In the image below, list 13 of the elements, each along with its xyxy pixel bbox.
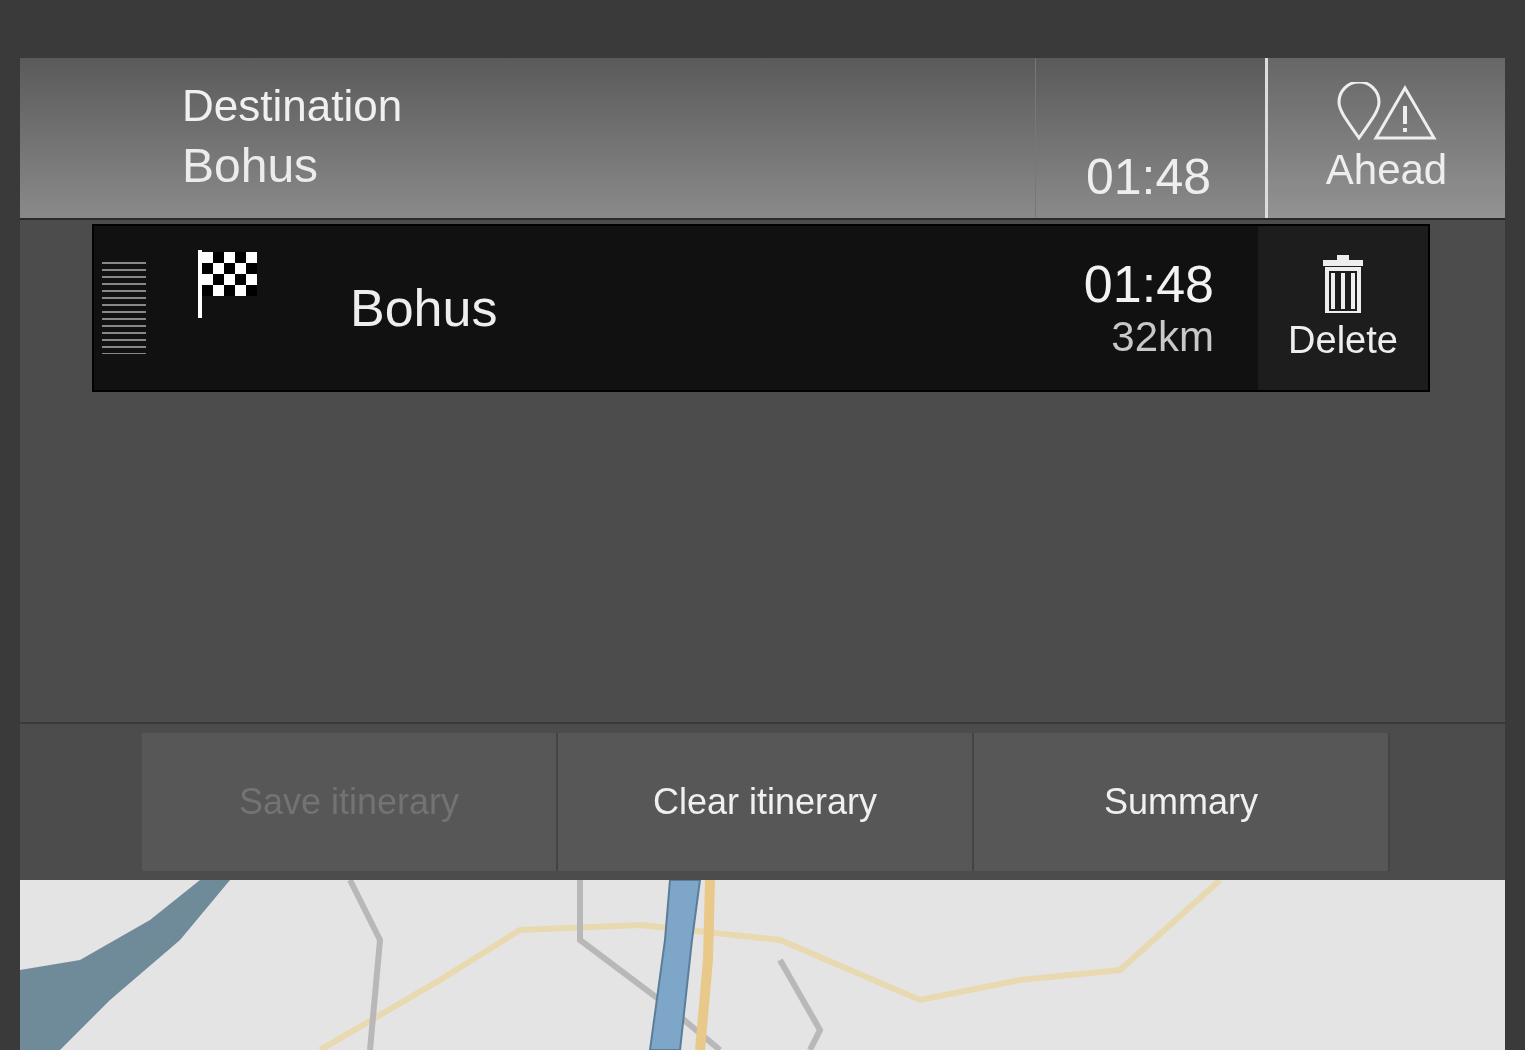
delete-button[interactable]: Delete bbox=[1258, 226, 1428, 390]
checkered-flag-icon bbox=[196, 250, 260, 318]
pin-warning-icon bbox=[1336, 82, 1437, 142]
arrival-time: 01:48 bbox=[1035, 58, 1265, 218]
itinerary-action-button[interactable]: Summary bbox=[974, 733, 1390, 871]
itinerary-action-button[interactable]: Clear itinerary bbox=[558, 733, 974, 871]
stop-arrival-time: 01:48 bbox=[1083, 258, 1214, 310]
stop-name: Bohus bbox=[350, 278, 499, 338]
itinerary-row[interactable]: Bohus 01:48 32km Delete bbox=[92, 224, 1430, 392]
stop-distance: 32km bbox=[1111, 316, 1214, 358]
destination-label: Destination bbox=[182, 84, 404, 128]
trash-icon bbox=[1323, 254, 1363, 313]
destination-name: Bohus bbox=[182, 142, 320, 190]
